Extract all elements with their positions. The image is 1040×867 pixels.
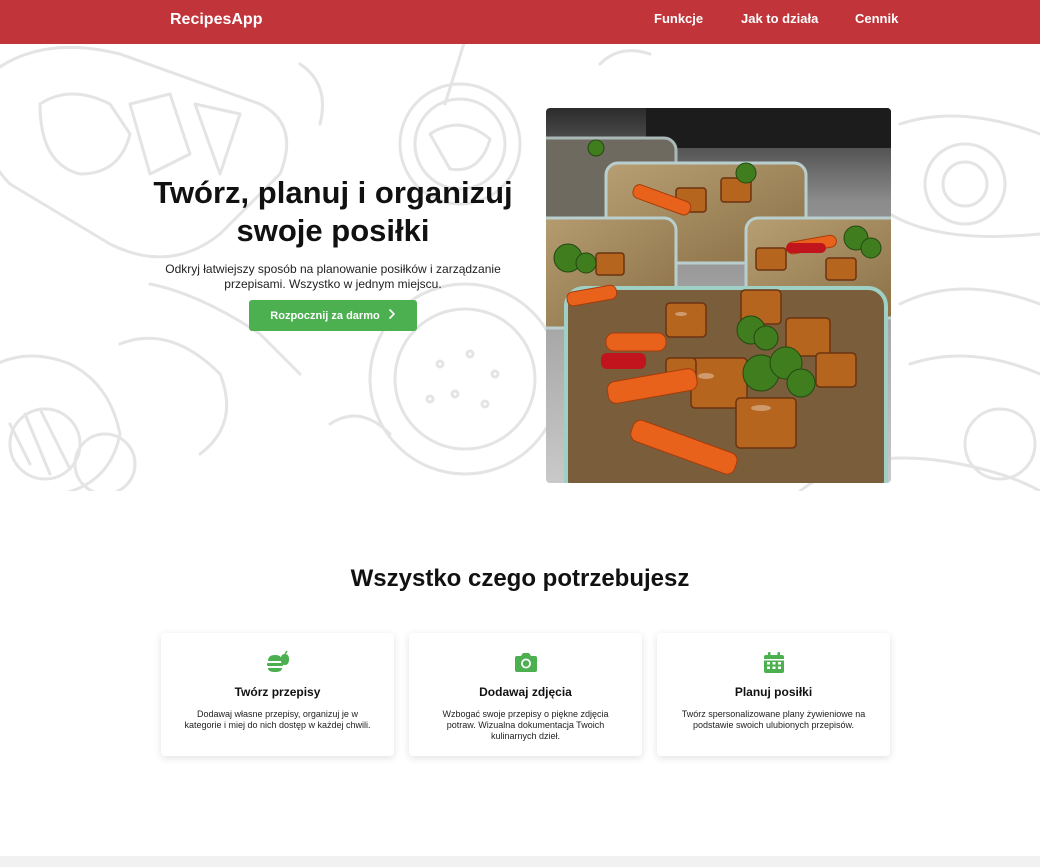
nav-link-how-it-works[interactable]: Jak to działa — [741, 11, 818, 26]
burger-apple-icon — [264, 649, 292, 677]
feature-title: Planuj posiłki — [734, 685, 813, 699]
hero-title: Twórz, planuj i organizuj swoje posiłki — [153, 175, 513, 248]
feature-description: Wzbogać swoje przepisy o piękne zdjęcia … — [442, 709, 609, 741]
feature-card-create-recipes: Twórz przepisy Dodawaj własne przepisy, … — [161, 633, 394, 756]
hero-section: Twórz, planuj i organizuj swoje posiłki … — [0, 44, 1040, 491]
feature-card-plan-meals: Planuj posiłki Twórz spersonalizowane pl… — [657, 633, 890, 756]
hero-text-block: Twórz, planuj i organizuj swoje posiłki … — [150, 174, 516, 292]
start-free-button[interactable]: Rozpocznij za darmo — [249, 300, 417, 331]
feature-description: Twórz spersonalizowane plany żywieniowe … — [681, 709, 866, 730]
top-navbar: RecipesApp Funkcje Jak to działa Cennik — [0, 0, 1040, 44]
brand-logo[interactable]: RecipesApp — [170, 11, 262, 29]
feature-title: Dodawaj zdjęcia — [479, 685, 572, 699]
cta-label: Rozpocznij za darmo — [270, 309, 380, 322]
chevron-right-icon — [388, 309, 396, 322]
footer-edge — [0, 856, 1040, 867]
feature-title: Twórz przepisy — [234, 685, 321, 699]
features-section-title: Wszystko czego potrzebujesz — [350, 565, 690, 592]
nav-link-features[interactable]: Funkcje — [654, 11, 703, 26]
calendar-icon — [760, 649, 788, 677]
hero-subtitle: Odkryj łatwiejszy sposób na planowanie p… — [165, 262, 501, 291]
meal-prep-photo — [546, 108, 891, 483]
nav-link-pricing[interactable]: Cennik — [855, 11, 898, 26]
feature-description: Dodawaj własne przepisy, organizuj je w … — [184, 709, 371, 730]
camera-icon — [512, 649, 540, 677]
feature-card-add-photos: Dodawaj zdjęcia Wzbogać swoje przepisy o… — [409, 633, 642, 756]
